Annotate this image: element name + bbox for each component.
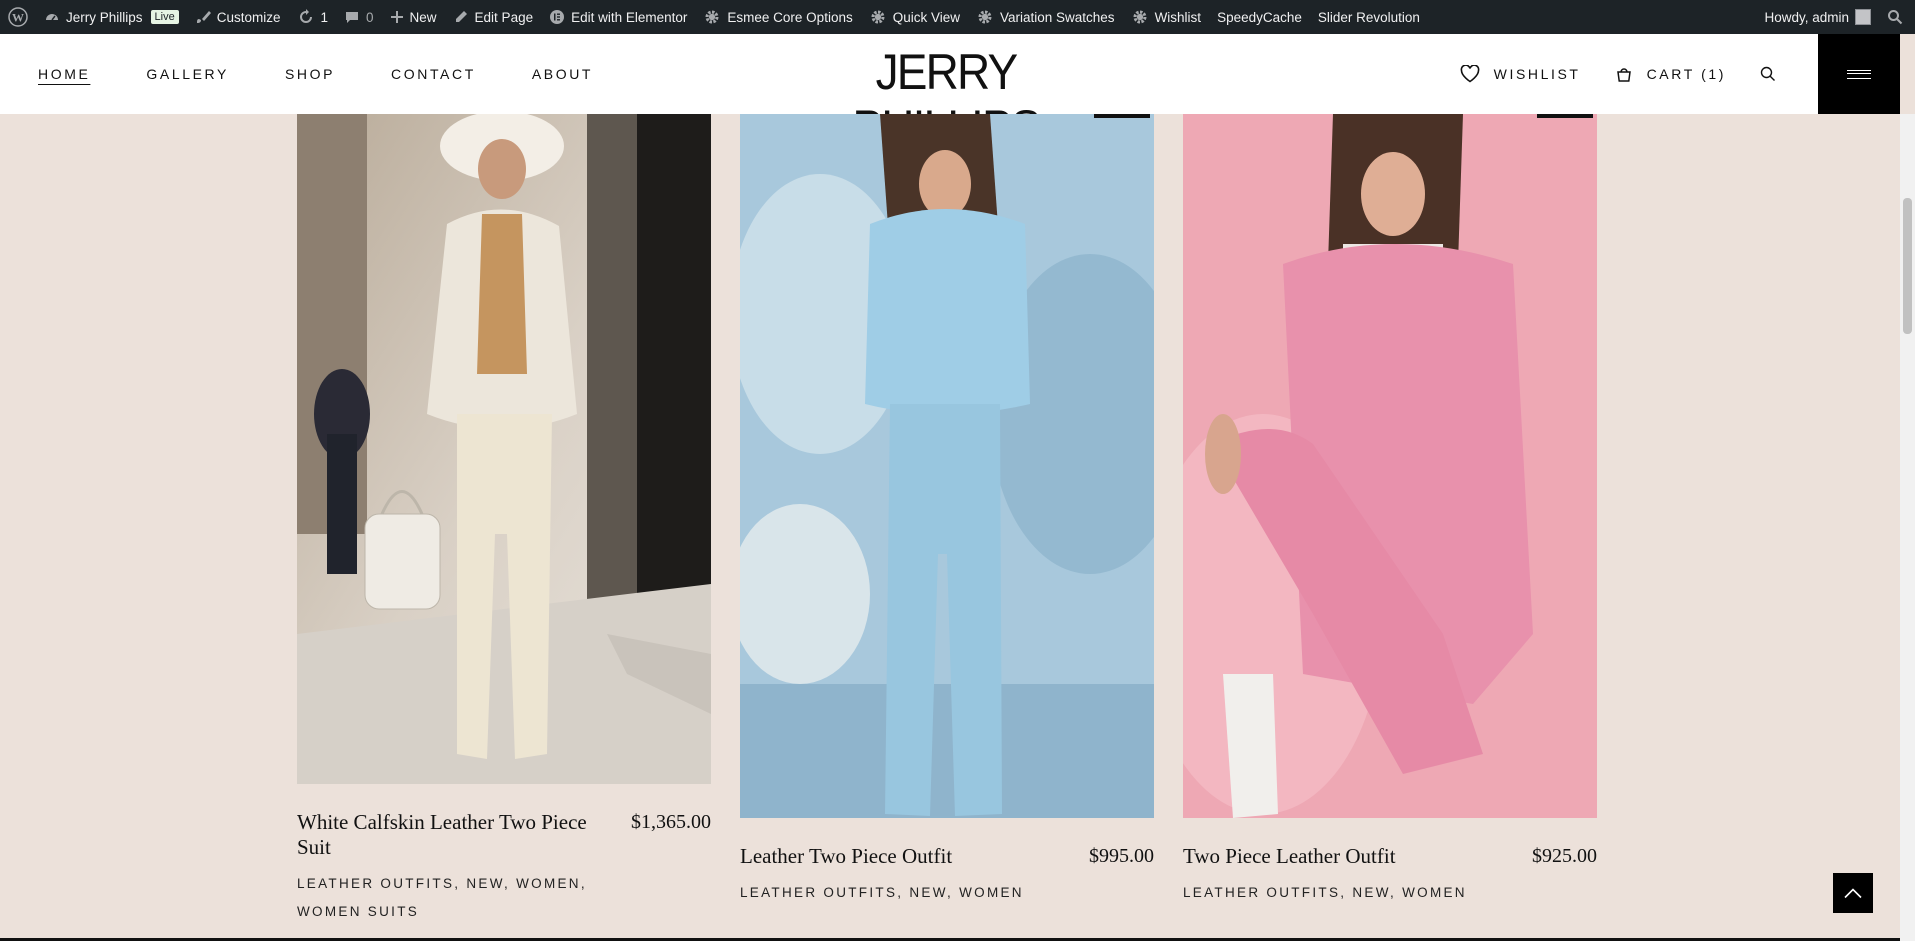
hamburger-menu-button[interactable] (1818, 34, 1900, 114)
site-name-label: Jerry Phillips (66, 9, 143, 25)
admin-updates[interactable]: 1 (289, 0, 337, 34)
product-meta: Two Piece Leather Outfit $925.00 (1183, 844, 1597, 869)
product-card: Two Piece Leather Outfit $925.00 LEATHER… (1183, 114, 1597, 907)
wishlist-link[interactable]: WISHLIST (1460, 65, 1581, 83)
admin-edit-elementor[interactable]: Edit with Elementor (541, 0, 695, 34)
product-price: $1,365.00 (631, 811, 711, 833)
admin-variation-swatches[interactable]: Variation Swatches (968, 0, 1123, 34)
scrollbar-thumb[interactable] (1903, 198, 1912, 334)
avatar (1855, 9, 1871, 25)
nav-about[interactable]: ABOUT (532, 66, 593, 82)
admin-esmee-options[interactable]: Esmee Core Options (695, 0, 860, 34)
product-image[interactable] (1183, 114, 1597, 818)
comment-icon (346, 12, 359, 23)
product-title[interactable]: Two Piece Leather Outfit (1183, 844, 1396, 869)
edit-elementor-label: Edit with Elementor (571, 9, 688, 25)
quick-view-label: Quick View (892, 9, 960, 25)
nav-contact[interactable]: CONTACT (391, 66, 476, 82)
hamburger-icon (1847, 69, 1871, 79)
cart-link[interactable]: CART (1) (1615, 65, 1726, 83)
product-meta: White Calfskin Leather Two Piece Suit $1… (297, 810, 711, 860)
gear-icon (978, 10, 992, 24)
nav-home[interactable]: HOME (38, 66, 90, 82)
search-icon (1888, 10, 1903, 25)
slider-label: Slider Revolution (1317, 9, 1420, 25)
site-logo[interactable]: JERRY PHILLIPS (802, 44, 1089, 156)
product-price: $995.00 (1089, 845, 1154, 867)
plus-icon (390, 11, 403, 23)
product-card: White Calfskin Leather Two Piece Suit $1… (297, 114, 711, 926)
dashboard-icon (46, 14, 58, 21)
speedycache-label: SpeedyCache (1217, 9, 1302, 25)
chevron-up-icon (1844, 888, 1862, 899)
main-nav: HOME GALLERY SHOP CONTACT ABOUT (38, 34, 649, 114)
admin-speedycache[interactable]: SpeedyCache (1209, 0, 1310, 34)
admin-slider-revolution[interactable]: Slider Revolution (1310, 0, 1428, 34)
new-label: New (409, 9, 437, 25)
product-card: Leather Two Piece Outfit $995.00 LEATHER… (740, 114, 1154, 907)
page-scrollbar[interactable] (1900, 114, 1915, 941)
gear-icon (1133, 10, 1147, 24)
admin-site-name[interactable]: Jerry Phillips Live (36, 0, 187, 34)
search-icon (1760, 66, 1775, 81)
admin-comments[interactable]: 0 (336, 0, 382, 34)
edit-page-label: Edit Page (474, 9, 534, 25)
updates-icon (299, 9, 312, 23)
pencil-icon (455, 11, 467, 22)
live-badge: Live (150, 10, 179, 24)
product-meta: Leather Two Piece Outfit $995.00 (740, 844, 1154, 869)
product-image[interactable] (297, 114, 711, 784)
product-badge (1094, 114, 1150, 118)
shopping-bag-icon (1616, 68, 1631, 82)
nav-gallery[interactable]: GALLERY (146, 66, 229, 82)
esmee-label: Esmee Core Options (727, 9, 853, 25)
search-button[interactable] (1760, 66, 1776, 82)
admin-edit-page[interactable]: Edit Page (445, 0, 542, 34)
header-actions: WISHLIST CART (1) (1460, 34, 1900, 114)
product-image[interactable] (740, 114, 1154, 818)
product-categories[interactable]: LEATHER OUTFITS, NEW, WOMEN, WOMEN SUITS (297, 870, 597, 926)
admin-wishlist[interactable]: Wishlist (1123, 0, 1210, 34)
back-to-top-button[interactable] (1833, 873, 1873, 913)
howdy-label: Howdy, admin (1764, 9, 1849, 25)
admin-account[interactable]: Howdy, admin (1756, 0, 1879, 34)
admin-customize[interactable]: Customize (187, 0, 289, 34)
site-header: HOME GALLERY SHOP CONTACT ABOUT JERRY PH… (0, 34, 1900, 156)
heart-icon (1460, 65, 1480, 83)
product-price: $925.00 (1532, 845, 1597, 867)
elementor-icon (550, 10, 565, 24)
updates-count: 1 (320, 9, 329, 25)
wp-admin-bar: W Jerry Phillips Live Customize 1 0 New … (0, 0, 1915, 34)
product-title[interactable]: Leather Two Piece Outfit (740, 844, 952, 869)
paintbrush-icon (196, 11, 211, 23)
admin-search[interactable] (1879, 0, 1915, 34)
product-title[interactable]: White Calfskin Leather Two Piece Suit (297, 810, 617, 860)
admin-quick-view[interactable]: Quick View (861, 0, 968, 34)
product-badge (1537, 114, 1593, 118)
wishlist-admin-label: Wishlist (1154, 9, 1202, 25)
gear-icon (705, 10, 719, 24)
variation-label: Variation Swatches (1000, 9, 1115, 25)
svg-text:W: W (12, 11, 24, 25)
admin-new[interactable]: New (382, 0, 445, 34)
cart-label: CART (1) (1646, 66, 1726, 82)
customize-label: Customize (216, 9, 281, 25)
product-categories[interactable]: LEATHER OUTFITS, NEW, WOMEN (740, 879, 1154, 907)
comments-count: 0 (366, 9, 374, 25)
gear-icon (871, 10, 885, 24)
wishlist-label: WISHLIST (1493, 66, 1581, 82)
product-categories[interactable]: LEATHER OUTFITS, NEW, WOMEN (1183, 879, 1597, 907)
nav-shop[interactable]: SHOP (285, 66, 335, 82)
wordpress-logo-icon[interactable]: W (0, 0, 36, 34)
